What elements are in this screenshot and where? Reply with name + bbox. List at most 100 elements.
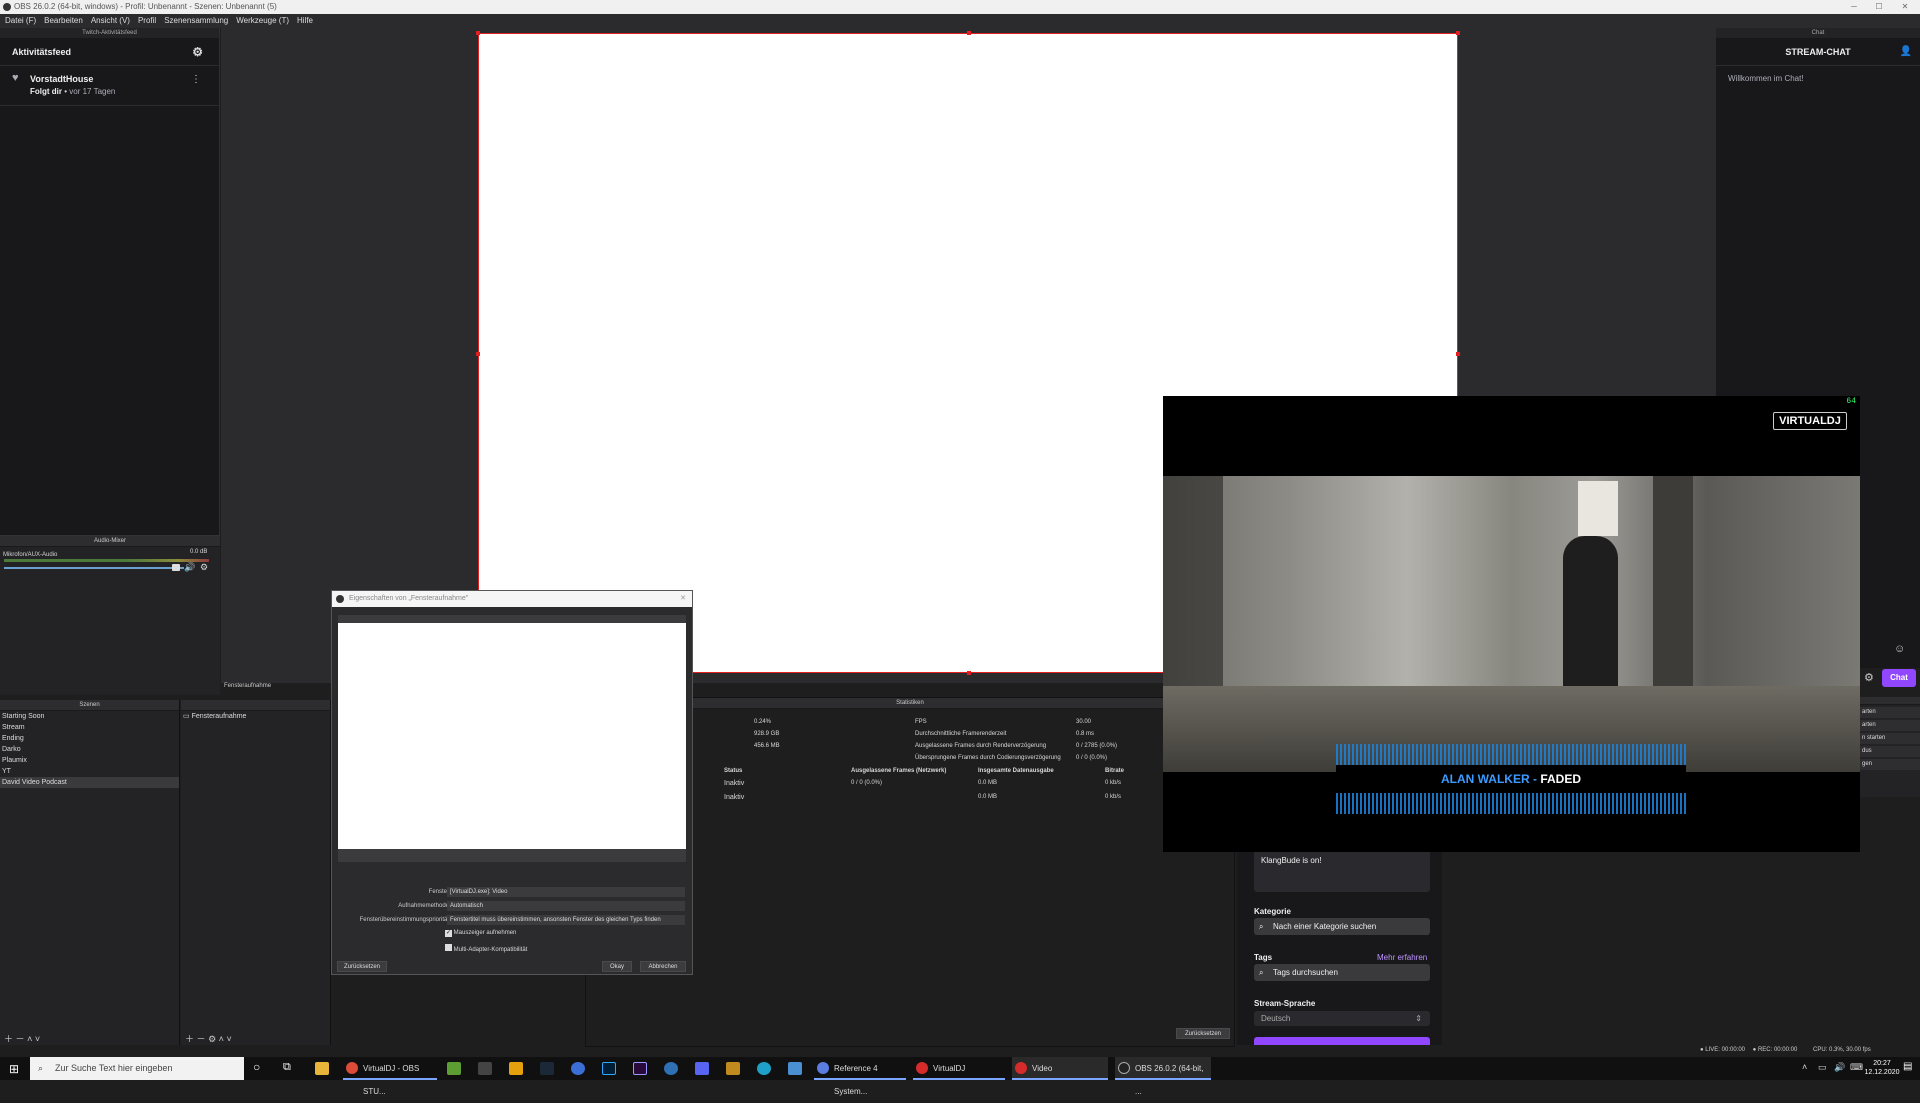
taskbar-app-virtualdj[interactable]: VirtualDJ <box>913 1057 1005 1080</box>
menu-scene-collection[interactable]: Szenensammlung <box>164 14 228 28</box>
app-icon[interactable] <box>726 1062 740 1075</box>
network-icon[interactable]: ▭ <box>1818 1062 1827 1073</box>
add-icon[interactable]: ＋ <box>185 1034 194 1044</box>
source-item[interactable]: ▭ Fensteraufnahme <box>181 711 330 722</box>
language-select[interactable]: Deutsch ⇕ <box>1254 1011 1430 1026</box>
app-icon[interactable] <box>571 1062 585 1075</box>
control-button[interactable]: dus <box>1860 746 1920 757</box>
menu-edit[interactable]: Bearbeiten <box>44 14 83 28</box>
resize-handle[interactable] <box>1456 352 1460 356</box>
mixer-gear-icon[interactable]: ⚙ <box>200 562 208 573</box>
emoji-icon[interactable]: ☺ <box>1894 643 1905 655</box>
volume-icon[interactable]: 🔊 <box>1834 1062 1845 1073</box>
resize-handle[interactable] <box>967 31 971 35</box>
chat-settings-icon[interactable]: ⚙ <box>1864 671 1874 684</box>
move-up-icon[interactable]: ˄ <box>27 1034 32 1044</box>
taskbar-app-chrome-obs[interactable]: VirtualDJ - OBS STU... <box>343 1057 437 1096</box>
person-figure <box>1563 536 1618 706</box>
control-button[interactable]: gen <box>1860 759 1920 770</box>
col-dropped: Ausgelassene Frames (Netzwerk) <box>851 768 947 774</box>
menu-profile[interactable]: Profil <box>138 14 156 28</box>
menu-view[interactable]: Ansicht (V) <box>91 14 130 28</box>
done-button[interactable] <box>1254 1037 1430 1045</box>
track-title: ALAN WALKER - FADED <box>1336 765 1686 793</box>
virtualdj-video-window[interactable]: 64 VIRTUALDJ ALAN WALKER - FADED <box>1163 396 1860 852</box>
taskbar-search[interactable]: ⌕ Zur Suche Text hier eingeben <box>30 1057 244 1080</box>
category-search[interactable]: ⌕ Nach einer Kategorie suchen <box>1254 918 1430 935</box>
windows-start-icon[interactable]: ⊞ <box>9 1062 19 1076</box>
obs-logo-icon <box>336 595 344 603</box>
scene-item[interactable]: Darko <box>0 744 179 755</box>
move-down-icon[interactable]: ˅ <box>35 1034 40 1044</box>
gear-icon[interactable]: ⚙ <box>192 38 203 66</box>
window-select[interactable]: [VirtualDJ.exe]: Video <box>447 887 685 897</box>
dialog-reset-button[interactable]: Zurücksetzen <box>337 961 387 972</box>
more-options-icon[interactable]: ⋮ <box>191 74 201 85</box>
remove-icon[interactable]: － <box>16 1034 25 1044</box>
volume-slider[interactable] <box>4 567 184 569</box>
app-icon[interactable] <box>788 1062 802 1075</box>
edge-icon[interactable] <box>757 1062 771 1075</box>
cortana-icon[interactable]: ○ <box>253 1060 260 1074</box>
file-explorer-icon[interactable] <box>315 1062 329 1075</box>
steam-icon[interactable] <box>540 1062 554 1075</box>
taskbar-app-reference[interactable]: Reference 4 System... <box>814 1057 906 1096</box>
resize-handle[interactable] <box>476 352 480 356</box>
chat-button[interactable]: Chat <box>1882 669 1916 687</box>
app-icon[interactable] <box>509 1062 523 1075</box>
move-down-icon[interactable]: ˅ <box>226 1034 231 1044</box>
dock-title: Twitch-Aktivitätsfeed <box>0 28 219 38</box>
ok-button[interactable]: Okay <box>602 961 632 972</box>
users-icon[interactable]: 👤 <box>1900 38 1912 66</box>
minimize-icon[interactable]: ─ <box>1842 0 1866 14</box>
premiere-icon[interactable] <box>633 1062 647 1075</box>
scene-item-selected[interactable]: David Video Podcast <box>0 777 179 788</box>
speaker-icon[interactable]: 🔊 <box>184 562 195 573</box>
close-icon[interactable]: ✕ <box>1893 0 1917 14</box>
menu-tools[interactable]: Werkzeuge (T) <box>236 14 289 28</box>
stats-reset-button[interactable]: Zurücksetzen <box>1176 1028 1230 1039</box>
priority-select[interactable]: Fenstertitel muss übereinstimmen, ansons… <box>447 915 685 925</box>
tray-chevron-icon[interactable]: ˄ <box>1802 1062 1807 1072</box>
notification-icon[interactable]: ▤ <box>1903 1061 1912 1072</box>
app-icon[interactable] <box>447 1062 461 1075</box>
tags-search[interactable]: ⌕ Tags durchsuchen <box>1254 964 1430 981</box>
resize-handle[interactable] <box>476 31 480 35</box>
scene-item[interactable]: YT <box>0 766 179 777</box>
dialog-close-icon[interactable]: ✕ <box>680 591 686 607</box>
cancel-button[interactable]: Abbrechen <box>640 961 686 972</box>
checkbox-icon[interactable] <box>445 944 452 951</box>
control-button[interactable]: arten <box>1860 707 1920 718</box>
scene-item[interactable]: Stream <box>0 722 179 733</box>
add-icon[interactable]: ＋ <box>4 1034 13 1044</box>
taskbar-app-obs[interactable]: OBS 26.0.2 (64-bit, ... <box>1115 1057 1211 1096</box>
scene-item[interactable]: Plaumix <box>0 755 179 766</box>
menu-file[interactable]: Datei (F) <box>5 14 36 28</box>
scene-item[interactable]: Starting Soon <box>0 711 179 722</box>
menu-help[interactable]: Hilfe <box>297 14 313 28</box>
capture-method-select[interactable]: Automatisch <box>447 901 685 911</box>
resize-handle[interactable] <box>1456 31 1460 35</box>
check-multiadapter[interactable]: Multi-Adapter-Kompatibilität <box>445 944 527 953</box>
control-button[interactable]: n starten <box>1860 733 1920 744</box>
maximize-icon[interactable]: ☐ <box>1867 0 1891 14</box>
check-cursor[interactable]: ✓ Mauszeiger aufnehmen <box>445 930 516 937</box>
slider-thumb[interactable] <box>172 564 180 571</box>
clock[interactable]: 20:27 12.12.2020 <box>1862 1059 1902 1077</box>
notification-box[interactable]: KlangBude is on! <box>1254 850 1430 892</box>
scene-item[interactable]: Ending <box>0 733 179 744</box>
move-up-icon[interactable]: ˄ <box>219 1034 224 1044</box>
task-view-icon[interactable]: ⧉ <box>283 1061 291 1074</box>
checkbox-checked-icon[interactable]: ✓ <box>445 930 452 937</box>
remove-icon[interactable]: － <box>197 1034 206 1044</box>
tags-more-link[interactable]: Mehr erfahren <box>1377 953 1427 962</box>
taskbar-app-video[interactable]: Video <box>1012 1057 1108 1080</box>
app-icon[interactable] <box>664 1062 678 1075</box>
control-button[interactable]: arten <box>1860 720 1920 731</box>
gear-icon[interactable]: ⚙ <box>208 1034 216 1044</box>
app-icon[interactable] <box>478 1062 492 1075</box>
search-icon: ⌕ <box>38 1063 44 1073</box>
photoshop-icon[interactable] <box>602 1062 616 1075</box>
resize-handle[interactable] <box>967 671 971 675</box>
discord-icon[interactable] <box>695 1062 709 1075</box>
